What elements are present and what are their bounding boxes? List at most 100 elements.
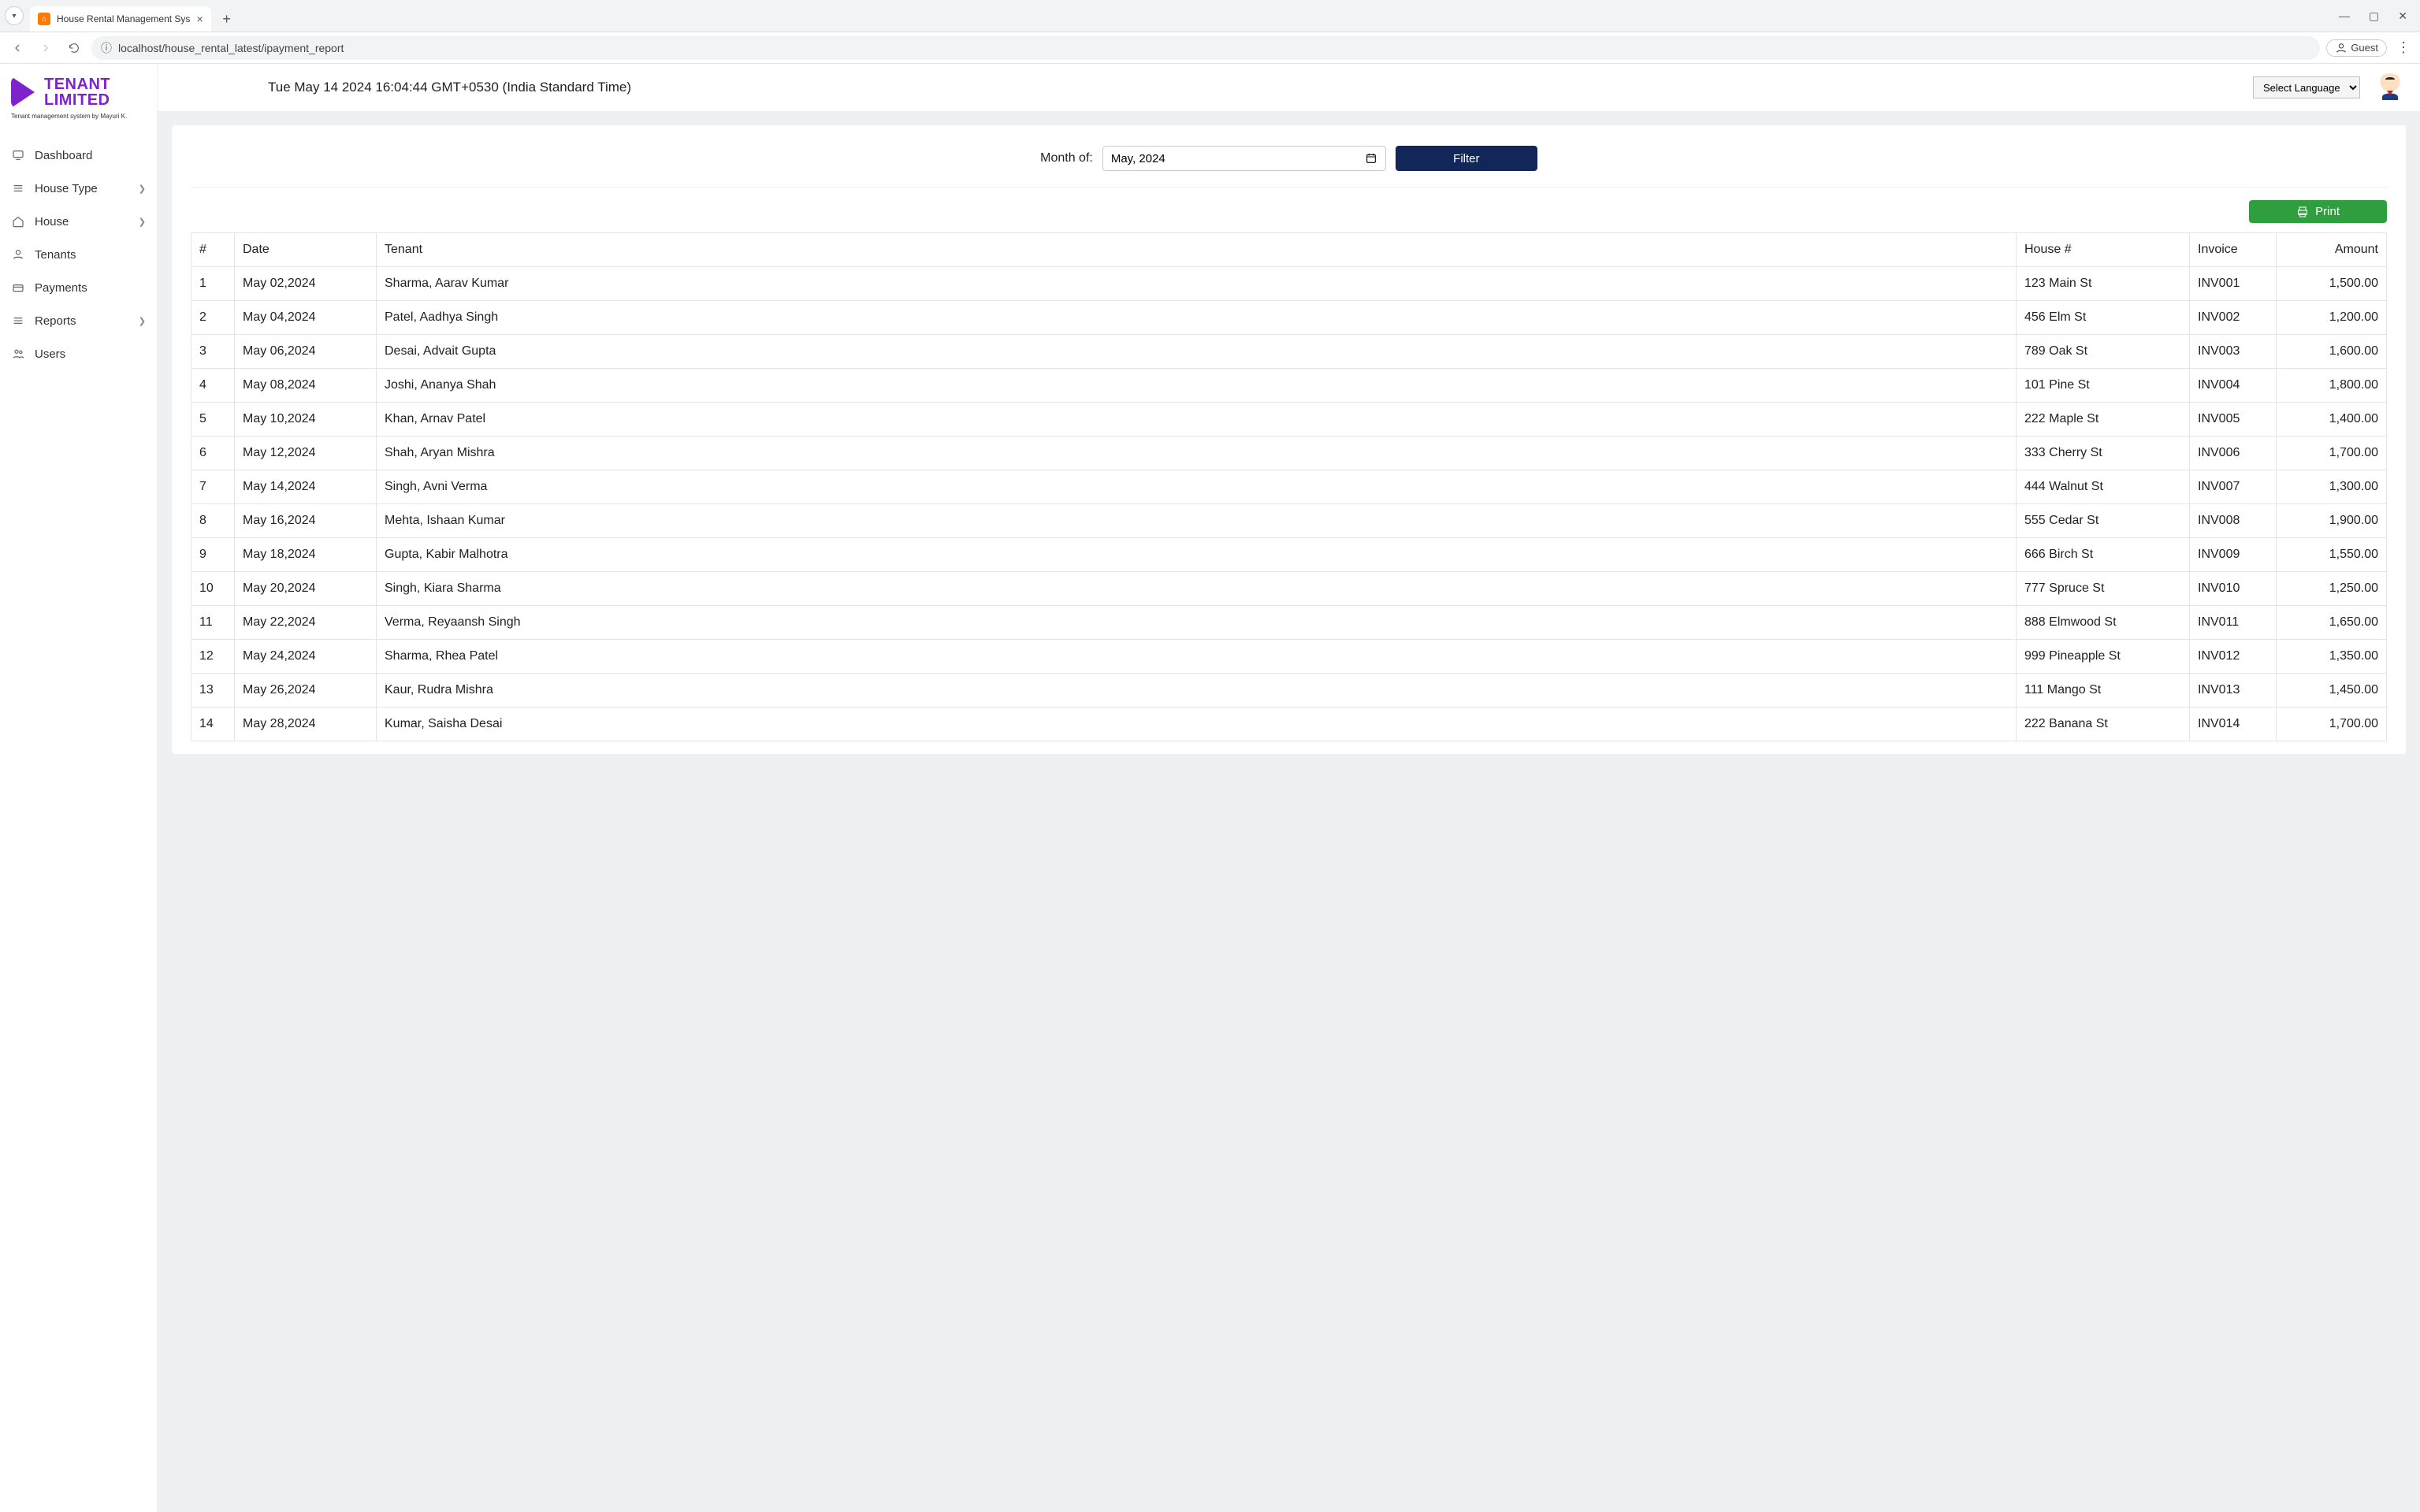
site-info-icon[interactable]: ⓘ	[101, 40, 112, 56]
brand-line-1: TENANT	[44, 76, 110, 92]
cell-date: May 08,2024	[235, 369, 377, 403]
cell-index: 8	[191, 504, 235, 538]
brand-logo[interactable]: TENANT LIMITED Tenant management system …	[0, 64, 157, 126]
cell-tenant: Patel, Aadhya Singh	[377, 301, 2017, 335]
cell-house: 456 Elm St	[2017, 301, 2190, 335]
cell-tenant: Mehta, Ishaan Kumar	[377, 504, 2017, 538]
col-amount: Amount	[2277, 233, 2387, 267]
cell-invoice: INV009	[2190, 538, 2277, 572]
browser-tabs-row: ▾ ⌂ House Rental Management Sys × + — ▢ …	[0, 0, 2420, 32]
forward-button[interactable]	[35, 37, 57, 59]
cell-amount: 1,350.00	[2277, 640, 2387, 674]
sidebar-item-dashboard[interactable]: Dashboard	[0, 139, 157, 172]
cell-invoice: INV004	[2190, 369, 2277, 403]
cell-house: 111 Mango St	[2017, 674, 2190, 708]
cell-date: May 06,2024	[235, 335, 377, 369]
favicon-icon: ⌂	[38, 13, 50, 25]
sidebar-item-house-type[interactable]: House Type❯	[0, 172, 157, 205]
cell-date: May 10,2024	[235, 403, 377, 437]
chevron-right-icon: ❯	[139, 217, 146, 227]
address-bar[interactable]: ⓘ localhost/house_rental_latest/ipayment…	[91, 36, 2320, 60]
back-button[interactable]	[6, 37, 28, 59]
cell-house: 666 Birch St	[2017, 538, 2190, 572]
cell-date: May 16,2024	[235, 504, 377, 538]
sidebar-item-label: Reports	[35, 314, 76, 328]
table-row: 13May 26,2024Kaur, Rudra Mishra111 Mango…	[191, 674, 2387, 708]
cell-tenant: Khan, Arnav Patel	[377, 403, 2017, 437]
sidebar: TENANT LIMITED Tenant management system …	[0, 64, 158, 1512]
browser-toolbar: ⓘ localhost/house_rental_latest/ipayment…	[0, 32, 2420, 63]
browser-tab[interactable]: ⌂ House Rental Management Sys ×	[30, 6, 211, 32]
cell-invoice: INV013	[2190, 674, 2277, 708]
cell-house: 777 Spruce St	[2017, 572, 2190, 606]
cell-date: May 28,2024	[235, 708, 377, 741]
cell-tenant: Singh, Kiara Sharma	[377, 572, 2017, 606]
window-close-icon[interactable]: ✕	[2398, 9, 2407, 23]
payments-table: # Date Tenant House # Invoice Amount 1Ma…	[191, 232, 2387, 741]
cell-amount: 1,250.00	[2277, 572, 2387, 606]
avatar-icon	[2376, 73, 2404, 102]
brand-subtitle: Tenant management system by Mayuri K.	[11, 113, 147, 120]
cell-invoice: INV011	[2190, 606, 2277, 640]
cell-index: 11	[191, 606, 235, 640]
cell-tenant: Verma, Reyaansh Singh	[377, 606, 2017, 640]
payments-icon	[11, 280, 25, 295]
window-minimize-icon[interactable]: —	[2339, 9, 2350, 23]
cell-house: 101 Pine St	[2017, 369, 2190, 403]
reports-icon	[11, 314, 25, 328]
calendar-icon	[1365, 152, 1377, 165]
sidebar-item-tenants[interactable]: Tenants	[0, 238, 157, 271]
filter-row: Month of: May, 2024 Filter	[191, 138, 2387, 188]
cell-index: 3	[191, 335, 235, 369]
sidebar-item-label: Users	[35, 347, 65, 361]
print-icon	[2296, 206, 2309, 218]
cell-amount: 1,700.00	[2277, 708, 2387, 741]
sidebar-item-house[interactable]: House❯	[0, 205, 157, 238]
cell-tenant: Sharma, Aarav Kumar	[377, 267, 2017, 301]
cell-index: 7	[191, 470, 235, 504]
filter-label: Month of:	[1040, 151, 1093, 165]
table-row: 9May 18,2024Gupta, Kabir Malhotra666 Bir…	[191, 538, 2387, 572]
tab-title: House Rental Management Sys	[57, 13, 190, 24]
tab-close-icon[interactable]: ×	[196, 13, 203, 25]
cell-index: 9	[191, 538, 235, 572]
col-invoice: Invoice	[2190, 233, 2277, 267]
tab-search-dropdown[interactable]: ▾	[5, 6, 24, 25]
cell-tenant: Joshi, Ananya Shah	[377, 369, 2017, 403]
cell-amount: 1,700.00	[2277, 437, 2387, 470]
cell-date: May 04,2024	[235, 301, 377, 335]
logo-mark-icon	[11, 75, 38, 110]
filter-button[interactable]: Filter	[1396, 146, 1537, 171]
brand-line-2: LIMITED	[44, 92, 110, 108]
cell-date: May 22,2024	[235, 606, 377, 640]
new-tab-button[interactable]: +	[216, 8, 238, 30]
print-button[interactable]: Print	[2249, 200, 2387, 223]
cell-invoice: INV003	[2190, 335, 2277, 369]
month-input[interactable]: May, 2024	[1102, 146, 1386, 171]
cell-house: 555 Cedar St	[2017, 504, 2190, 538]
cell-house: 444 Walnut St	[2017, 470, 2190, 504]
sidebar-item-payments[interactable]: Payments	[0, 271, 157, 304]
table-row: 12May 24,2024Sharma, Rhea Patel999 Pinea…	[191, 640, 2387, 674]
window-maximize-icon[interactable]: ▢	[2369, 9, 2379, 23]
cell-house: 888 Elmwood St	[2017, 606, 2190, 640]
profile-icon	[2335, 42, 2348, 54]
table-row: 10May 20,2024Singh, Kiara Sharma777 Spru…	[191, 572, 2387, 606]
house-icon	[11, 214, 25, 228]
sidebar-item-label: Tenants	[35, 248, 76, 262]
cell-house: 333 Cherry St	[2017, 437, 2190, 470]
language-select[interactable]: Select Language	[2253, 76, 2360, 98]
table-row: 2May 04,2024Patel, Aadhya Singh456 Elm S…	[191, 301, 2387, 335]
browser-menu-button[interactable]: ⋮	[2393, 39, 2414, 56]
cell-index: 14	[191, 708, 235, 741]
cell-amount: 1,800.00	[2277, 369, 2387, 403]
sidebar-item-reports[interactable]: Reports❯	[0, 304, 157, 337]
server-timestamp: Tue May 14 2024 16:04:44 GMT+0530 (India…	[268, 80, 631, 95]
reload-button[interactable]	[63, 37, 85, 59]
table-row: 5May 10,2024Khan, Arnav Patel222 Maple S…	[191, 403, 2387, 437]
sidebar-item-users[interactable]: Users	[0, 337, 157, 370]
sidebar-item-label: House Type	[35, 182, 98, 195]
profile-chip[interactable]: Guest	[2326, 39, 2387, 57]
user-avatar[interactable]	[2376, 73, 2404, 102]
cell-house: 123 Main St	[2017, 267, 2190, 301]
